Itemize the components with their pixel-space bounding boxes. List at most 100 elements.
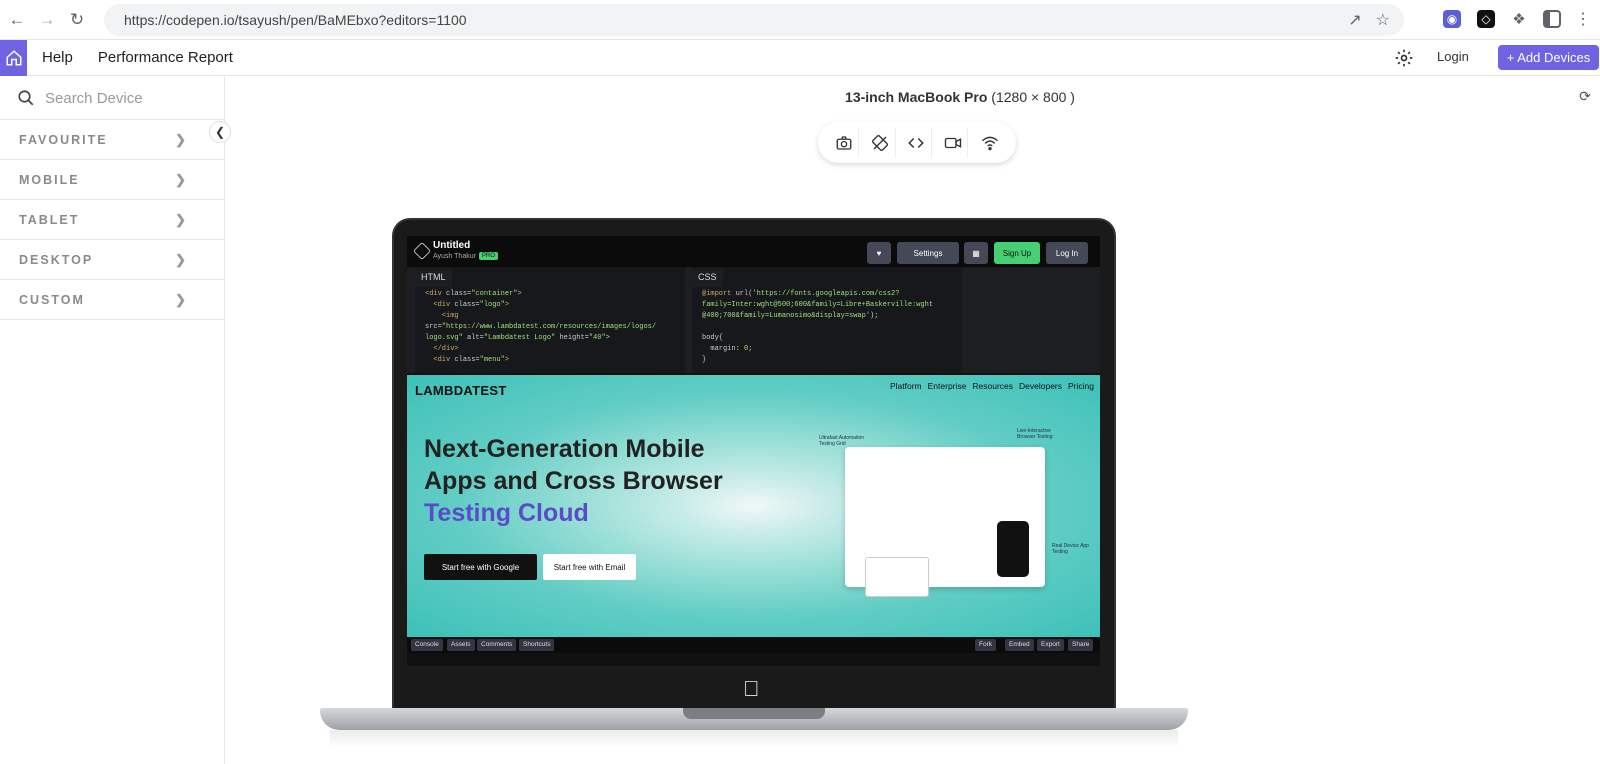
embed-button[interactable]: Embed (1005, 639, 1034, 651)
more-icon[interactable]: ⋮ (1574, 10, 1592, 28)
category-custom[interactable]: CUSTOM ❯ (0, 280, 224, 320)
heart-icon: ♥ (876, 248, 882, 258)
pen-title[interactable]: Untitled (433, 240, 470, 251)
device-sidebar: FAVOURITE ❯ MOBILE ❯ TABLET ❯ DESKTOP ❯ … (0, 77, 225, 764)
devtools-button[interactable] (902, 127, 932, 158)
browser-chrome: ← → ↻ https://codepen.io/tsayush/pen/BaM… (0, 0, 1600, 40)
codepen-logo-icon (413, 242, 431, 260)
lambdatest-nav: Platform Enterprise Resources Developers… (890, 381, 1094, 391)
apple-logo-icon:  (743, 676, 760, 702)
css-editor[interactable]: CSS @import url('https://fonts.googleapi… (692, 267, 962, 373)
nav-developers[interactable]: Developers (1019, 381, 1062, 391)
laptop-notch (683, 708, 825, 719)
cta-google-label: Start free with Google (441, 562, 520, 572)
phone-illustration (997, 521, 1029, 577)
home-button[interactable] (0, 39, 27, 76)
chevron-right-icon: ❯ (175, 211, 186, 227)
export-button[interactable]: Export (1037, 639, 1064, 651)
search-device-input[interactable] (45, 89, 205, 107)
chevron-right-icon: ❯ (175, 291, 186, 307)
headline-accent: Testing Cloud (424, 499, 589, 527)
css-tab-label: CSS (698, 272, 717, 282)
back-icon[interactable]: ← (4, 7, 30, 33)
extension-icon[interactable]: ◇ (1477, 10, 1495, 28)
nav-resources[interactable]: Resources (972, 381, 1013, 391)
category-favourite[interactable]: FAVOURITE ❯ (0, 120, 224, 160)
codepen-login-label: Log In (1055, 248, 1079, 258)
codepen-header: Untitled Ayush Thakur PRO ♥ Settings ▦ S… (407, 236, 1100, 267)
css-tab[interactable]: CSS (692, 269, 723, 287)
settings-button[interactable]: Settings (897, 242, 959, 264)
rotate-refresh-icon[interactable]: ⟳ (1574, 85, 1596, 107)
help-link[interactable]: Help (42, 49, 73, 66)
category-label: FAVOURITE (19, 132, 108, 147)
login-link[interactable]: Login (1437, 49, 1469, 64)
nav-enterprise[interactable]: Enterprise (928, 381, 967, 391)
nav-platform[interactable]: Platform (890, 381, 922, 391)
pro-badge: PRO (479, 252, 499, 260)
pen-author[interactable]: Ayush Thakur (433, 253, 476, 260)
address-bar[interactable]: https://codepen.io/tsayush/pen/BaMEbxo?e… (104, 4, 1404, 36)
layout-icon: ▦ (972, 248, 980, 258)
category-label: MOBILE (19, 172, 80, 187)
share-icon[interactable]: ↗ (1348, 10, 1361, 30)
device-screen[interactable]: Untitled Ayush Thakur PRO ♥ Settings ▦ S… (407, 236, 1100, 666)
rotate-device-icon (872, 134, 889, 151)
preview-pane[interactable]: LAMBDATEST Platform Enterprise Resources… (407, 375, 1100, 637)
shortcuts-button[interactable]: Shortcuts (519, 639, 555, 651)
category-desktop[interactable]: DESKTOP ❯ (0, 240, 224, 280)
codepen-login-button[interactable]: Log In (1046, 242, 1088, 264)
browser-grid-illustration (865, 557, 929, 597)
forward-icon[interactable]: → (34, 7, 60, 33)
assets-button[interactable]: Assets (447, 639, 475, 651)
signup-label: Sign Up (1002, 248, 1032, 258)
gear-icon[interactable] (1394, 48, 1414, 68)
nav-pricing[interactable]: Pricing (1068, 381, 1094, 391)
codepen-editors: HTML <div class="container"> <div class=… (407, 267, 1100, 373)
puzzle-icon[interactable]: ❖ (1510, 10, 1528, 28)
chevron-right-icon: ❯ (175, 131, 186, 147)
html-tab[interactable]: HTML (415, 269, 452, 287)
screenshot-button[interactable] (829, 127, 860, 158)
share-button[interactable]: Share (1068, 639, 1094, 651)
css-code[interactable]: @import url('https://fonts.googleapis.co… (702, 289, 933, 366)
headline-line-2: Apps and Cross Browser (424, 467, 723, 495)
bookmark-star-icon[interactable]: ☆ (1376, 10, 1390, 30)
console-button[interactable]: Console (411, 639, 443, 651)
reload-icon[interactable]: ↻ (64, 7, 90, 33)
add-devices-button[interactable]: + Add Devices (1498, 45, 1599, 70)
start-free-email-button[interactable]: Start free with Email (543, 554, 636, 580)
record-video-button[interactable] (938, 127, 969, 158)
chevron-right-icon: ❯ (175, 251, 186, 267)
rotate-button[interactable] (866, 127, 896, 158)
layout-button[interactable]: ▦ (964, 242, 988, 264)
device-name: 13-inch MacBook Pro (845, 89, 988, 105)
comments-button[interactable]: Comments (477, 639, 517, 651)
cta-email-label: Start free with Email (553, 562, 626, 572)
wifi-icon (981, 136, 998, 150)
category-label: TABLET (19, 212, 80, 227)
performance-report-link[interactable]: Performance Report (98, 49, 233, 66)
home-icon (6, 49, 21, 65)
device-toolbar (818, 122, 1016, 163)
like-button[interactable]: ♥ (867, 242, 891, 264)
extension-icon[interactable]: ◉ (1443, 10, 1461, 28)
side-panel-icon[interactable] (1543, 10, 1561, 28)
codepen-footer: Console Assets Comments Shortcuts Fork E… (407, 637, 1100, 653)
network-throttle-button[interactable] (975, 128, 1005, 158)
signup-button[interactable]: Sign Up (994, 242, 1040, 264)
search-icon (18, 90, 34, 106)
illustration-note: Ultrafast Automation Testing Grid (819, 435, 865, 447)
category-tablet[interactable]: TABLET ❯ (0, 200, 224, 240)
start-free-google-button[interactable]: Start free with Google (424, 554, 537, 580)
lambdatest-logo[interactable]: LAMBDATEST (415, 383, 507, 398)
html-editor[interactable]: HTML <div class="container"> <div class=… (415, 267, 685, 373)
illustration-note: Real Device App Testing (1052, 543, 1089, 555)
url-text[interactable]: https://codepen.io/tsayush/pen/BaMEbxo?e… (124, 12, 467, 28)
illustration-note: Live-Interactive Browser Testing (1017, 428, 1053, 440)
category-mobile[interactable]: MOBILE ❯ (0, 160, 224, 200)
html-code[interactable]: <div class="container"> <div class="logo… (425, 289, 656, 366)
collapse-sidebar-button[interactable]: ❮ (209, 121, 231, 143)
app-header: Help Performance Report Login + Add Devi… (0, 39, 1600, 76)
fork-button[interactable]: Fork (975, 639, 996, 651)
